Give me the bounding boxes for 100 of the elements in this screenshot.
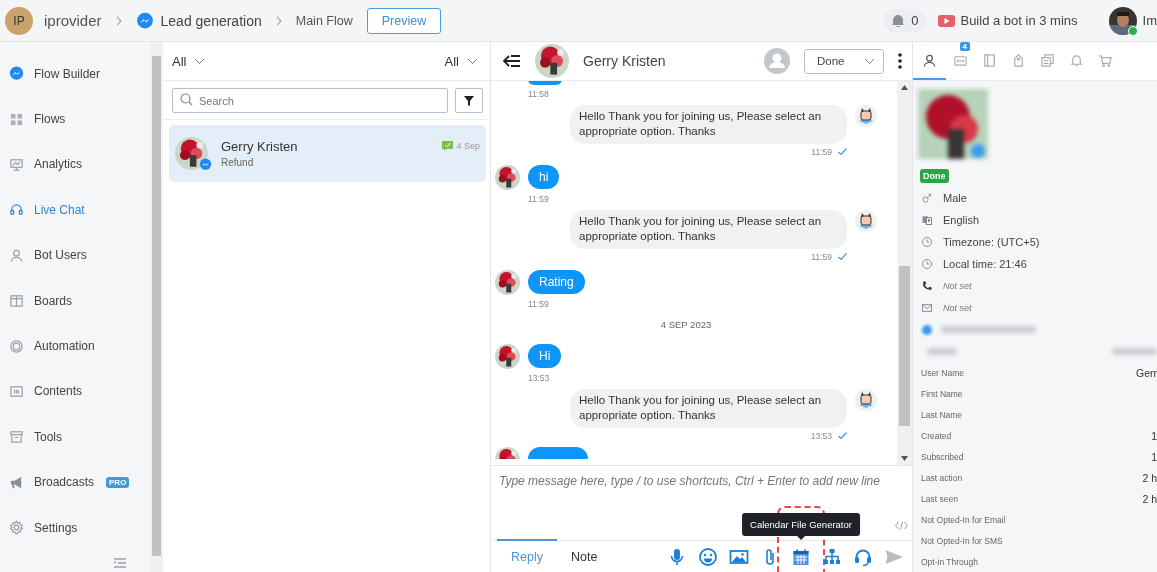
field-value: 2 h bbox=[1142, 471, 1157, 484]
notebook-icon bbox=[982, 53, 997, 69]
sidebar-item[interactable]: Bot Users bbox=[0, 232, 150, 278]
user-icon bbox=[922, 53, 937, 69]
bot-avatar-icon bbox=[855, 105, 877, 127]
contact-name: Gerry Kristen bbox=[221, 139, 299, 154]
content-icon bbox=[9, 383, 24, 399]
messenger-icon bbox=[199, 158, 212, 171]
bell-icon bbox=[1069, 53, 1084, 69]
profile-detail: Male bbox=[943, 191, 967, 204]
message-bubble: Hello Thank you for joining us, Please select an appropriate option. Thanks bbox=[570, 105, 847, 144]
sidebar-item[interactable]: Automation bbox=[0, 323, 150, 369]
bot-name[interactable]: Lead generation bbox=[160, 12, 262, 29]
copy-icon bbox=[1040, 53, 1055, 69]
composer-tab[interactable]: Note bbox=[556, 539, 612, 572]
field-label: Last seen bbox=[921, 493, 958, 504]
search-field[interactable]: Search bbox=[172, 88, 448, 113]
chevron-down-icon bbox=[864, 57, 875, 65]
message-bubble: Hi bbox=[528, 344, 562, 368]
message-time: 11:59 bbox=[528, 299, 550, 309]
message-bubble: Rating bbox=[528, 270, 585, 294]
message-time: 13:53 bbox=[528, 373, 551, 383]
bell-icon bbox=[891, 13, 906, 28]
notifications-button[interactable]: 0 bbox=[883, 9, 927, 32]
bot-avatar-icon bbox=[855, 389, 877, 411]
bot-avatar-icon bbox=[855, 210, 877, 232]
sidebar-item[interactable]: Flows bbox=[0, 96, 150, 142]
message-time: 13:53 bbox=[810, 431, 832, 441]
gender-icon bbox=[921, 191, 933, 204]
clock-icon bbox=[921, 257, 933, 270]
field-value: 1 bbox=[1151, 450, 1157, 463]
scroll-down-icon[interactable] bbox=[901, 456, 908, 461]
chart-icon bbox=[9, 156, 24, 172]
date-separator: 4 SEP 2023 bbox=[660, 319, 712, 330]
field-value: Gerr bbox=[1136, 366, 1157, 379]
sidebar-item[interactable]: Tools bbox=[0, 414, 150, 460]
field-label: Last action bbox=[921, 472, 963, 483]
status-dropdown[interactable]: Done bbox=[804, 48, 884, 74]
sidebar-item[interactable]: Flow Builder bbox=[0, 51, 150, 97]
message-time: 11:59 bbox=[528, 194, 550, 204]
sidebar-item[interactable]: Analytics bbox=[0, 141, 150, 188]
flow-name[interactable]: Main Flow bbox=[295, 13, 353, 28]
pro-badge: PRO bbox=[106, 476, 130, 488]
box-icon bbox=[9, 429, 24, 445]
grid-icon bbox=[9, 111, 24, 127]
ring-icon bbox=[9, 338, 24, 354]
more-options-icon[interactable] bbox=[898, 53, 902, 69]
field-label: Not Opted-In for SMS bbox=[921, 535, 1003, 546]
chevron-down-icon bbox=[467, 57, 478, 65]
video-play-icon bbox=[938, 14, 956, 27]
conversation-item[interactable]: Gerry Kristen Refund 4 Sep bbox=[169, 125, 486, 182]
message-bubble: hi bbox=[528, 165, 560, 189]
sidebar-item[interactable]: Broadcasts PRO bbox=[0, 459, 150, 505]
toolbar-button[interactable] bbox=[698, 546, 718, 567]
status-badge: Done bbox=[920, 168, 949, 183]
sidebar-item[interactable]: Contents bbox=[0, 368, 150, 415]
account-avatar[interactable]: IP bbox=[5, 6, 33, 35]
field-label: Last Name bbox=[921, 409, 963, 420]
chevron-right-icon bbox=[115, 15, 122, 26]
filter-dropdown[interactable]: All bbox=[172, 53, 206, 69]
profile-detail: English bbox=[943, 213, 980, 226]
message-bubble: Hello Thank you for joining us, Please select an appropriate option. Thanks bbox=[570, 389, 847, 428]
filter-button[interactable] bbox=[455, 88, 483, 113]
filter-icon bbox=[464, 95, 474, 106]
sidebar-item[interactable]: Settings bbox=[0, 504, 150, 551]
contact-name: Gerry Kristen bbox=[583, 53, 667, 69]
redacted-icon bbox=[921, 323, 933, 336]
hierarchy-icon bbox=[822, 546, 842, 567]
notification-count: 0 bbox=[911, 13, 919, 28]
megaphone-icon bbox=[9, 474, 24, 490]
sidebar-item[interactable]: Live Chat bbox=[0, 187, 150, 233]
chevron-down-icon bbox=[194, 57, 206, 65]
message-time: 11:59 bbox=[811, 147, 832, 157]
profile-detail: Local time: 21:46 bbox=[943, 257, 1027, 270]
message-time: 11:59 bbox=[811, 252, 832, 262]
field-label: Opt-in Through bbox=[921, 556, 978, 567]
collapse-panel-icon[interactable] bbox=[503, 55, 521, 67]
chat-bubble-icon bbox=[442, 141, 454, 151]
card-icon bbox=[953, 53, 968, 69]
scroll-up-icon[interactable] bbox=[901, 85, 908, 90]
scrollbar[interactable] bbox=[897, 81, 912, 465]
emoji-icon bbox=[698, 546, 718, 567]
user-name[interactable]: Im bbox=[1142, 13, 1157, 28]
sidebar-item[interactable]: Boards bbox=[0, 277, 150, 324]
toolbar-button[interactable] bbox=[822, 546, 842, 567]
preview-button[interactable]: Preview bbox=[366, 7, 442, 34]
tag-icon bbox=[1011, 53, 1026, 69]
online-status-dot bbox=[1127, 25, 1138, 36]
field-label: Created bbox=[921, 430, 952, 441]
scrollbar[interactable] bbox=[150, 42, 163, 572]
account-name[interactable]: iprovider bbox=[44, 12, 102, 29]
redacted-text bbox=[1112, 348, 1157, 356]
last-message: Refund bbox=[221, 157, 255, 168]
count-badge: 4 bbox=[959, 42, 970, 51]
tutorial-link[interactable]: Build a bot in 3 mins bbox=[960, 13, 1078, 28]
code-icon[interactable] bbox=[895, 521, 908, 530]
cart-icon bbox=[1098, 53, 1113, 69]
conversation-date: 4 Sep bbox=[456, 141, 480, 151]
filter-dropdown[interactable]: All bbox=[444, 53, 478, 69]
headset-icon bbox=[9, 202, 24, 218]
